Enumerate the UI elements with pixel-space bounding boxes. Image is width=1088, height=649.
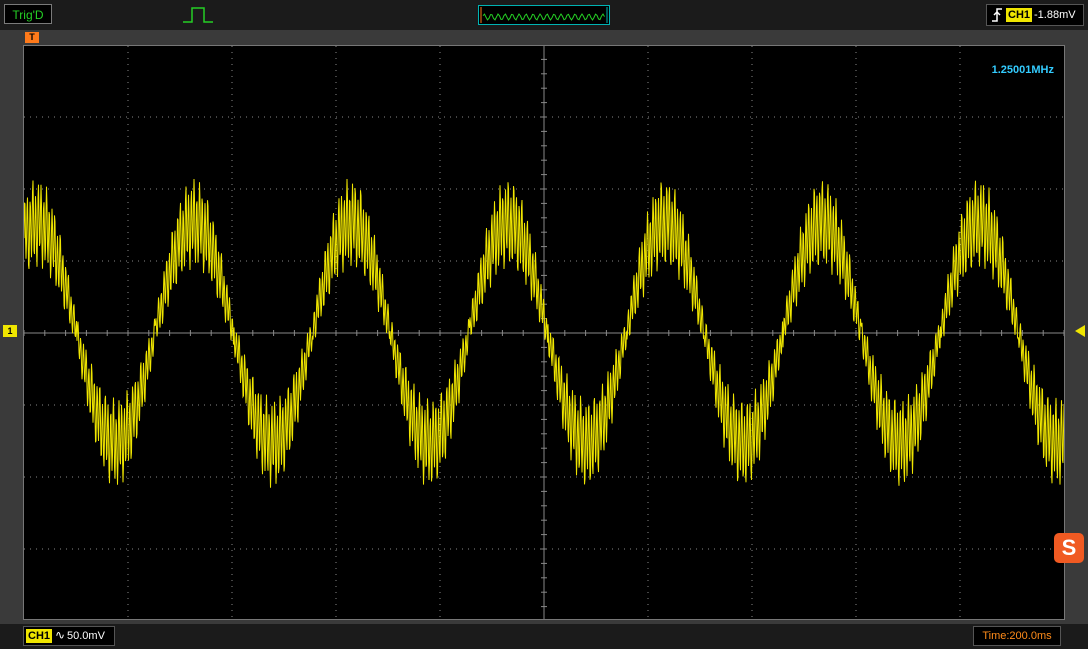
channel-1-offset-marker[interactable]: 1 [3, 325, 17, 337]
waveform-canvas [24, 46, 1064, 619]
overview-trace [482, 13, 605, 21]
pulse-icon[interactable] [183, 5, 213, 25]
top-status-bar: Trig'D CH1 -1.88mV [0, 0, 1088, 30]
bottom-status-bar: CH1 ∿ 50.0mV Time:200.0ms [0, 624, 1088, 649]
channel-1-badge: CH1 [26, 629, 53, 643]
timebase-value[interactable]: Time:200.0ms [973, 626, 1061, 646]
channel-1-scale[interactable]: CH1 ∿ 50.0mV [23, 626, 115, 646]
brand-logo: S [1054, 533, 1084, 563]
trigger-info[interactable]: CH1 -1.88mV [986, 4, 1084, 26]
trigger-position-marker[interactable]: T [25, 32, 39, 43]
volts-per-div-value: 50.0mV [67, 630, 105, 642]
overview-waveform [480, 7, 608, 23]
frequency-readout: 1.25001MHz [991, 64, 1054, 76]
rising-edge-icon [992, 8, 1002, 22]
ac-coupling-icon: ∿ [55, 628, 66, 642]
trigger-level-value: -1.88mV [1034, 9, 1076, 21]
waveform-display[interactable]: 1.25001MHz [23, 45, 1065, 620]
trigger-level-marker[interactable] [1075, 325, 1085, 337]
trigger-channel-badge: CH1 [1006, 8, 1033, 22]
oscilloscope-window: Trig'D CH1 -1.88mV T 1 1.25001MHz S CH1 … [0, 0, 1088, 649]
graticule [24, 46, 1064, 619]
trigger-status[interactable]: Trig'D [4, 4, 52, 24]
waveform-overview[interactable] [478, 5, 610, 25]
